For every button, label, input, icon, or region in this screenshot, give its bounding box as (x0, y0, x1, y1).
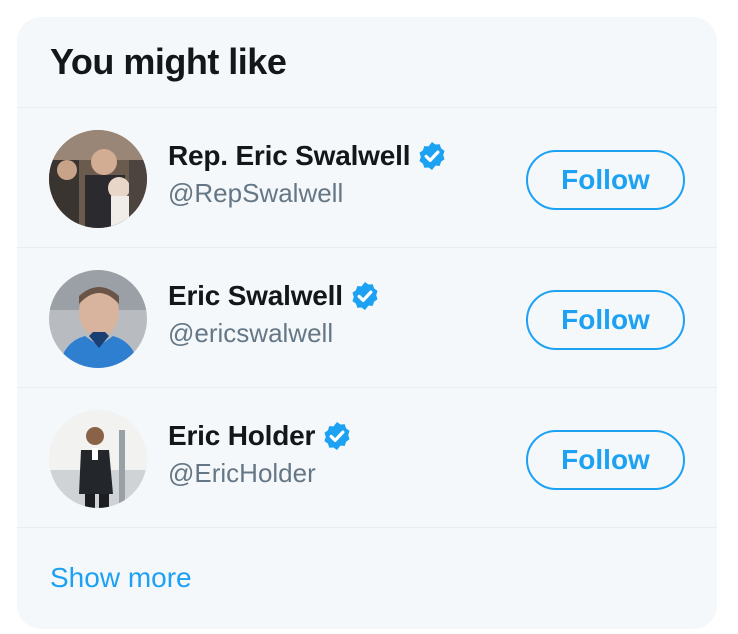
user-text: Rep. Eric Swalwell @RepSwalwell (168, 136, 448, 209)
who-to-follow-card: You might like Rep. Eric Swalwell @RepSw… (17, 17, 717, 629)
user-name[interactable]: Eric Holder (168, 420, 315, 452)
avatar[interactable] (49, 130, 147, 228)
card-footer: Show more (17, 528, 717, 628)
avatar[interactable] (49, 270, 147, 368)
user-name[interactable]: Eric Swalwell (168, 280, 343, 312)
user-handle: @ericswalwell (168, 318, 334, 348)
card-title: You might like (50, 41, 287, 82)
follow-button[interactable]: Follow (526, 290, 685, 350)
suggestion-row[interactable]: Rep. Eric Swalwell @RepSwalwell Follow (17, 108, 717, 248)
avatar[interactable] (49, 410, 147, 508)
suggestion-row[interactable]: Eric Holder @EricHolder Follow (17, 388, 717, 528)
card-header: You might like (17, 17, 717, 108)
user-text: Eric Swalwell @ericswalwell (168, 276, 381, 349)
user-handle: @RepSwalwell (168, 178, 344, 208)
verified-badge-icon (419, 142, 445, 170)
show-more-link[interactable]: Show more (50, 562, 192, 594)
user-handle: @EricHolder (168, 458, 316, 488)
user-text: Eric Holder @EricHolder (168, 416, 353, 489)
follow-button[interactable]: Follow (526, 430, 685, 490)
verified-badge-icon (324, 422, 350, 450)
suggestion-row[interactable]: Eric Swalwell @ericswalwell Follow (17, 248, 717, 388)
user-name[interactable]: Rep. Eric Swalwell (168, 140, 410, 172)
verified-badge-icon (352, 282, 378, 310)
follow-button[interactable]: Follow (526, 150, 685, 210)
